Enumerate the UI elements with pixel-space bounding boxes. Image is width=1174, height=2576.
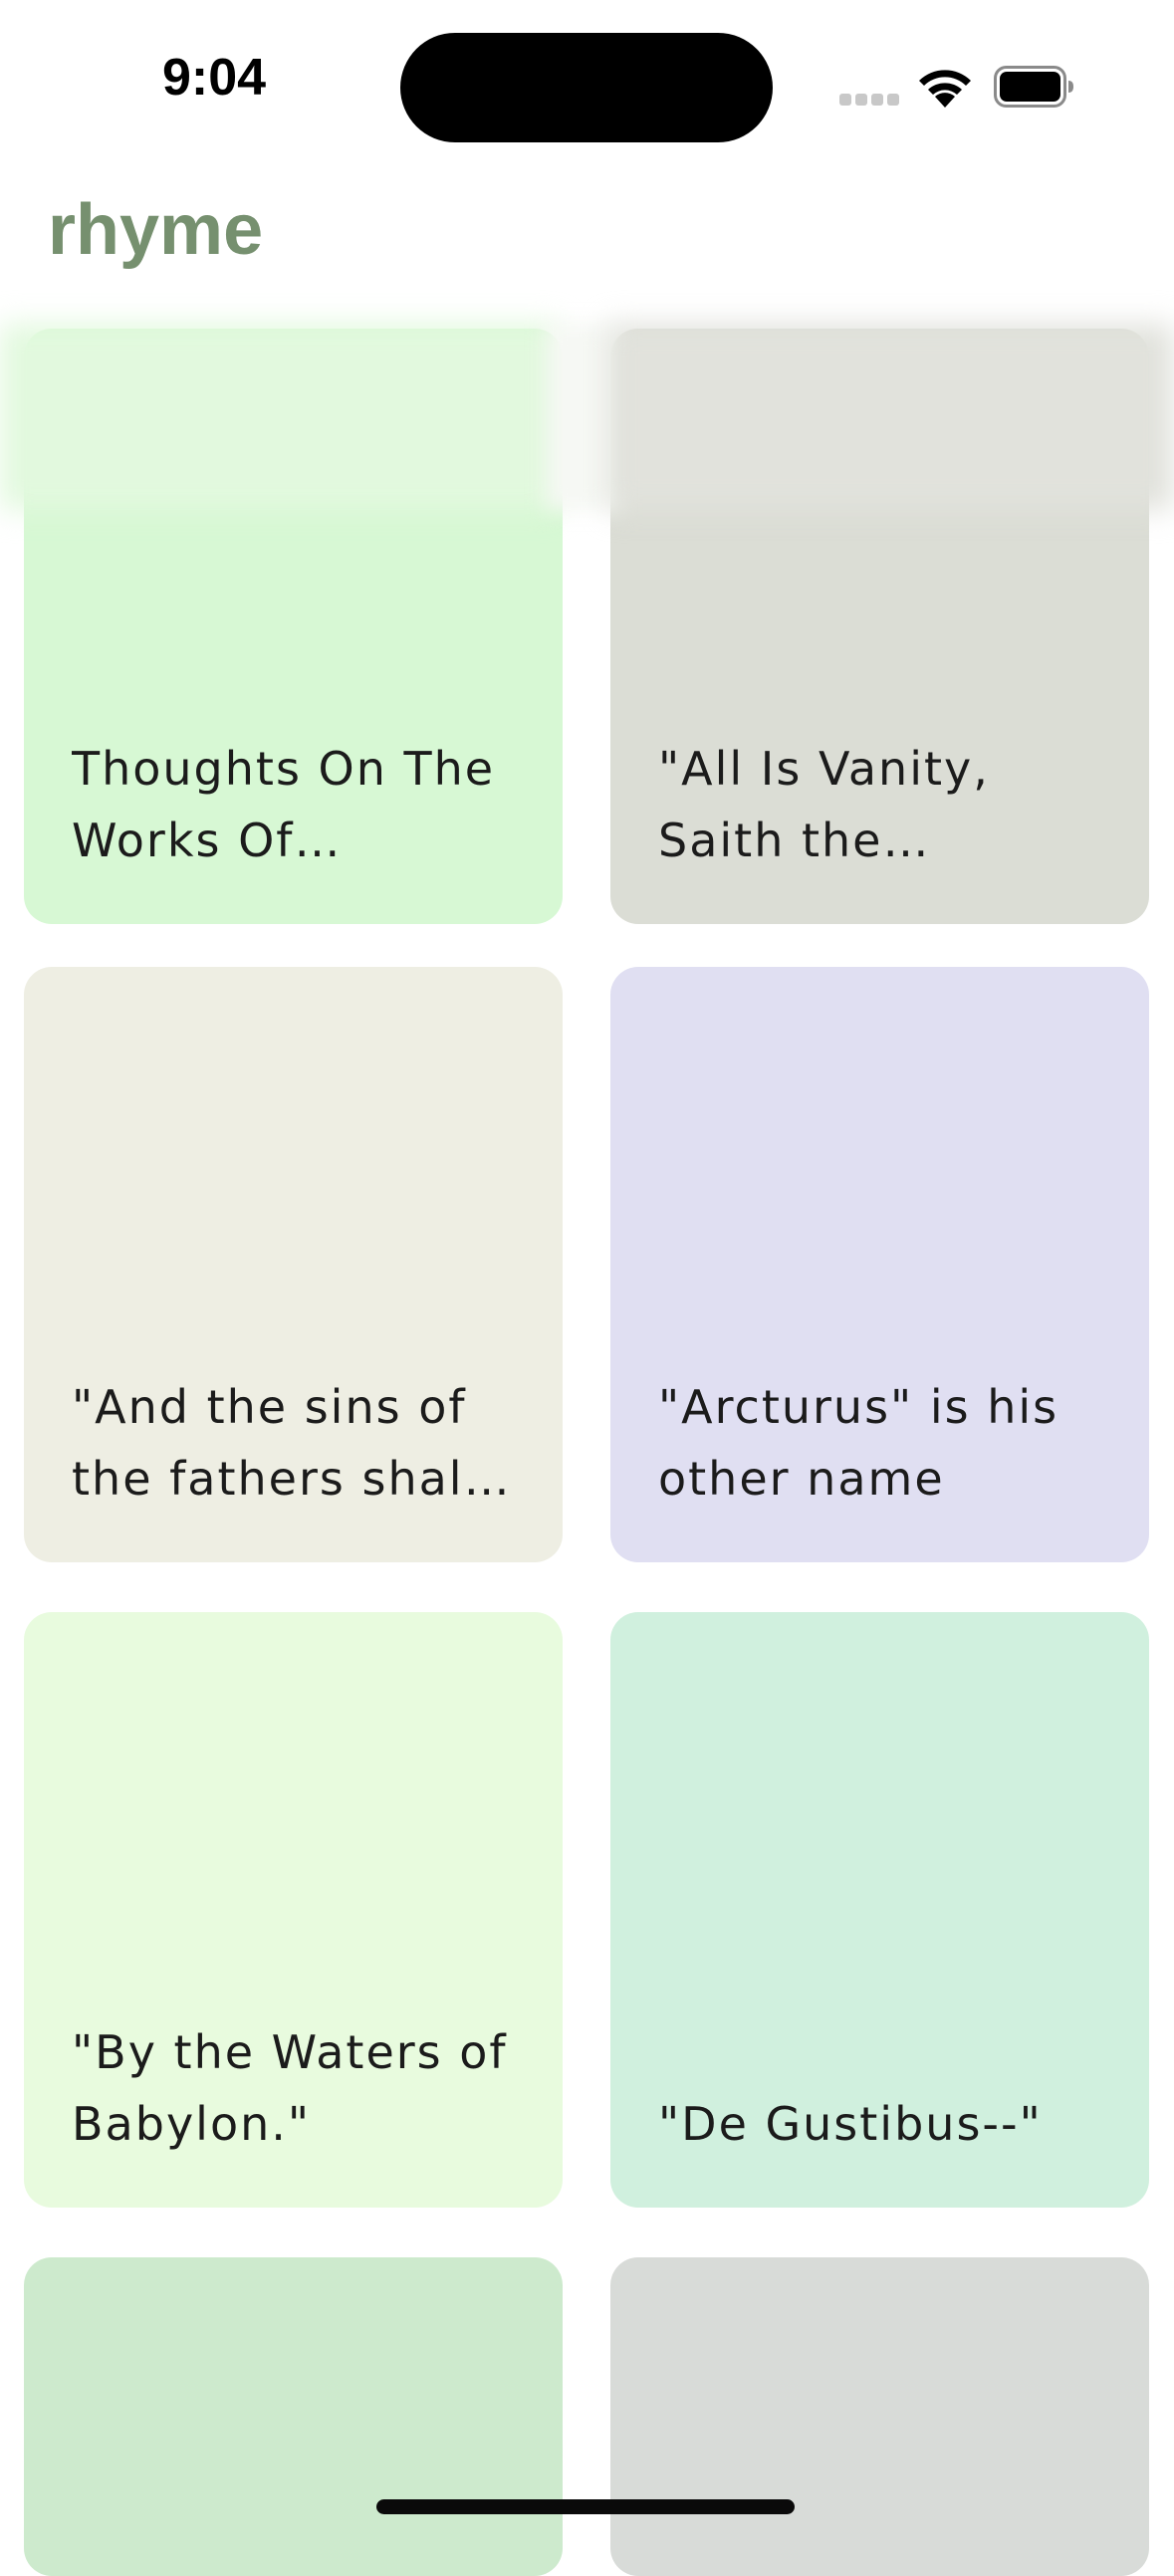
poem-card[interactable]: "All Is Vanity, Saith the Preacher." bbox=[610, 329, 1149, 924]
poem-card[interactable]: Thoughts On The Works Of Providence bbox=[24, 329, 563, 924]
poem-card[interactable]: "And the sins of the fathers shall be vi… bbox=[24, 967, 563, 1562]
status-time: 9:04 bbox=[161, 49, 267, 107]
poem-card[interactable] bbox=[24, 2257, 563, 2576]
poem-card[interactable]: "De Gustibus--" bbox=[610, 1612, 1149, 2208]
cellular-signal-icon bbox=[839, 94, 901, 106]
status-bar: 9:04 bbox=[0, 0, 1174, 174]
poem-card-title: "By the Waters of Babylon." bbox=[72, 2025, 508, 2151]
poem-card-title: "Arcturus" is his other name bbox=[658, 1380, 1059, 1506]
poem-card-title: "And the sins of the fathers shall be vi… bbox=[72, 1380, 479, 1506]
poem-card-title: "De Gustibus--" bbox=[658, 2097, 1043, 2151]
poem-card[interactable]: "By the Waters of Babylon." bbox=[24, 1612, 563, 2208]
page-title: rhyme bbox=[48, 190, 264, 270]
poem-card-title: "All Is Vanity, Saith the Preacher." bbox=[658, 742, 990, 867]
home-indicator[interactable] bbox=[376, 2499, 795, 2514]
poem-card[interactable]: "Arcturus" is his other name bbox=[610, 967, 1149, 1562]
poem-card-title: Thoughts On The Works Of Providence bbox=[72, 742, 496, 867]
battery-icon bbox=[994, 66, 1073, 108]
dynamic-island bbox=[400, 33, 773, 142]
wifi-icon bbox=[919, 70, 971, 108]
poem-card[interactable] bbox=[610, 2257, 1149, 2576]
